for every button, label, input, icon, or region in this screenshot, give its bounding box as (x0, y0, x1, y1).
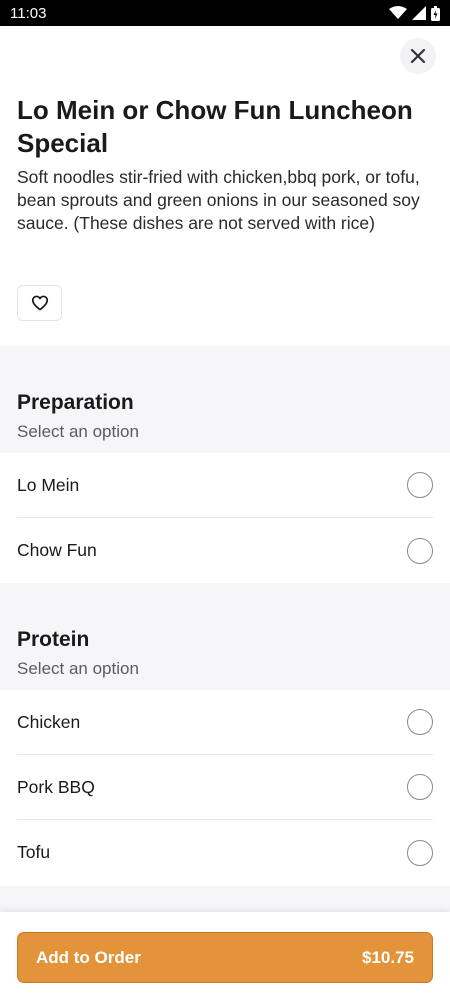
status-bar: 11:03 (0, 0, 450, 26)
option-tofu[interactable]: Tofu (17, 820, 433, 885)
battery-icon (431, 5, 440, 21)
option-lo-mein[interactable]: Lo Mein (17, 453, 433, 518)
add-to-order-button[interactable]: Add to Order $10.75 (17, 932, 433, 983)
favorite-button[interactable] (17, 285, 62, 321)
wifi-icon (389, 6, 407, 19)
item-header: Lo Mein or Chow Fun Luncheon Special Sof… (17, 94, 427, 235)
section-subtitle: Select an option (17, 422, 139, 441)
preparation-options: Lo Mein Chow Fun (0, 453, 450, 583)
item-title: Lo Mein or Chow Fun Luncheon Special (17, 95, 413, 158)
option-chicken[interactable]: Chicken (17, 690, 433, 755)
radio-button[interactable] (407, 839, 433, 866)
heart-icon (31, 295, 48, 311)
section-preparation-header: Preparation Select an option (0, 346, 450, 453)
section-protein-header: Protein Select an option (0, 583, 450, 690)
item-description: Soft noodles stir-fried with chicken,bbq… (17, 167, 420, 233)
section-divider (0, 886, 450, 912)
protein-options: Chicken Pork BBQ Tofu (0, 690, 450, 885)
section-title: Preparation (17, 391, 134, 414)
add-to-order-label: Add to Order (36, 947, 141, 967)
option-pork-bbq[interactable]: Pork BBQ (17, 755, 433, 820)
radio-button[interactable] (407, 537, 433, 564)
close-icon (410, 48, 426, 64)
option-label: Pork BBQ (17, 776, 95, 797)
radio-button[interactable] (407, 472, 433, 498)
option-label: Chicken (17, 711, 81, 732)
signal-icon (412, 6, 426, 20)
footer-bar: Add to Order $10.75 (0, 912, 450, 1000)
order-price: $10.75 (362, 947, 414, 967)
option-chow-fun[interactable]: Chow Fun (17, 518, 433, 583)
status-time: 11:03 (10, 4, 47, 22)
radio-button[interactable] (407, 774, 433, 800)
option-label: Lo Mein (17, 474, 80, 495)
close-button[interactable] (400, 38, 436, 74)
option-label: Chow Fun (17, 540, 97, 560)
option-label: Tofu (17, 842, 51, 862)
radio-button[interactable] (407, 709, 433, 735)
section-title: Protein (17, 628, 90, 651)
section-subtitle: Select an option (17, 659, 139, 678)
status-icons (389, 5, 440, 21)
